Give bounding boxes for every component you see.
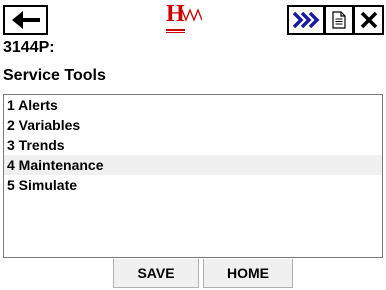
- close-icon: [360, 11, 377, 29]
- menu-item-maintenance[interactable]: 4 Maintenance: [4, 155, 382, 175]
- back-button[interactable]: [3, 5, 48, 35]
- wave-icon: [182, 8, 202, 22]
- left-arrow-icon: [11, 11, 40, 29]
- menu-list: 1 Alerts 2 Variables 3 Trends 4 Maintena…: [3, 94, 383, 258]
- logo-underline: [166, 29, 185, 31]
- close-button[interactable]: [354, 5, 384, 35]
- home-button[interactable]: HOME: [203, 259, 293, 288]
- menu-item-simulate[interactable]: 5 Simulate: [4, 175, 382, 195]
- page-title: Service Tools: [3, 67, 106, 84]
- document-icon: [332, 11, 346, 29]
- triple-chevron-right-icon: [292, 11, 320, 29]
- save-button[interactable]: SAVE: [113, 259, 199, 288]
- hart-logo: H: [164, 1, 202, 35]
- notes-button[interactable]: [325, 5, 354, 35]
- menu-item-variables[interactable]: 2 Variables: [4, 115, 382, 135]
- logo-underline-2: [166, 32, 185, 33]
- fast-key-button[interactable]: [287, 5, 325, 35]
- menu-item-trends[interactable]: 3 Trends: [4, 135, 382, 155]
- device-tag: 3144P:: [3, 39, 55, 56]
- menu-item-alerts[interactable]: 1 Alerts: [4, 95, 382, 115]
